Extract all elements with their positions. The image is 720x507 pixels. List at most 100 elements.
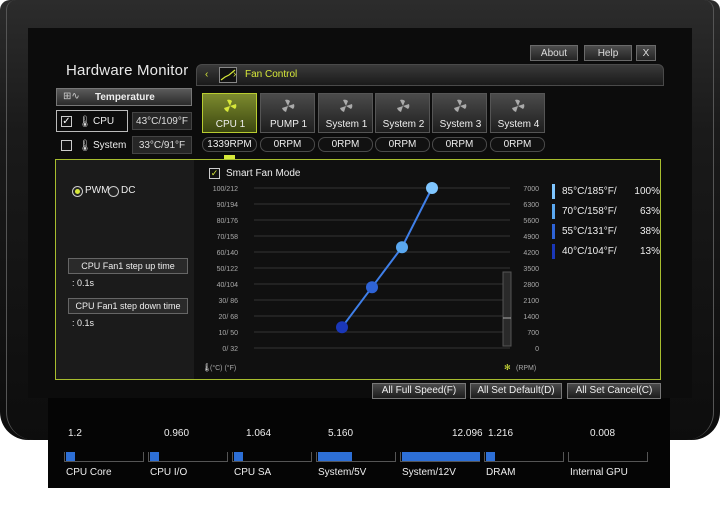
y-left-tick-label: 90/194 xyxy=(217,202,239,209)
voltage-label: CPU SA xyxy=(234,467,272,478)
fan-icon: ✻ xyxy=(504,363,511,372)
voltage-bar xyxy=(64,452,144,462)
temperature-graph-icon: ⊞∿ xyxy=(63,91,80,102)
fan-icon xyxy=(224,99,237,112)
fan-curve-line xyxy=(341,187,433,328)
x-axis-unit-label: (°C) (°F) xyxy=(210,364,236,372)
voltage-value: 0.960 xyxy=(164,428,190,439)
voltage-bar-fill xyxy=(234,452,243,461)
fan-button-face[interactable]: PUMP 1 xyxy=(260,93,315,133)
y-left-tick-label: 10/ 50 xyxy=(219,330,239,337)
temperature-row-cpu[interactable]: ✓ 🌡 CPU 43°C/109°F xyxy=(56,110,192,132)
step-up-time-value: : 0.1s xyxy=(72,278,95,288)
chevron-left-icon[interactable]: ‹ xyxy=(205,69,208,80)
about-button[interactable]: About xyxy=(530,45,578,61)
fan-button-face[interactable]: System 4 xyxy=(490,93,545,133)
temperature-header: ⊞∿ Temperature xyxy=(56,88,192,106)
voltage-value: 1.2 xyxy=(68,428,82,439)
fan-button-face[interactable]: System 1 xyxy=(318,93,373,133)
chevron-right-icon[interactable]: › xyxy=(233,69,236,80)
fan-button[interactable]: PUMP 1 0RPM xyxy=(260,93,315,155)
voltage-label: System/5V xyxy=(318,467,367,478)
help-button[interactable]: Help xyxy=(584,45,632,61)
step-down-time-value: : 0.1s xyxy=(72,318,95,328)
temperature-row-system[interactable]: 🌡 System 33°C/91°F xyxy=(56,134,192,156)
fan-icon xyxy=(512,99,525,112)
curve-point xyxy=(396,241,408,254)
fan-rpm: 1339RPM xyxy=(202,137,257,152)
temperature-name-box[interactable]: 🌡 System xyxy=(56,134,128,156)
fan-curve-legend: 85°C/185°F/ 100% 70°C/158°F/ 63% 55°C/13… xyxy=(550,182,660,274)
voltage-value: 12.096 xyxy=(452,428,483,439)
legend-percent: 63% xyxy=(639,206,660,217)
step-up-time-button[interactable]: CPU Fan1 step up time xyxy=(68,258,188,274)
legend-temp: 55°C/131°F/ xyxy=(562,226,617,237)
y-right-tick-label: 2800 xyxy=(523,282,539,289)
voltage-bar xyxy=(484,452,564,462)
fan-control-label: Fan Control xyxy=(245,69,298,80)
fan-button-face[interactable]: CPU 1 xyxy=(202,93,257,133)
voltage-bar-fill xyxy=(318,452,352,461)
fan-control-tab[interactable]: ‹ › Fan Control xyxy=(196,64,664,86)
legend-percent: 13% xyxy=(639,246,660,257)
legend-row: 85°C/185°F/ 100% xyxy=(550,184,660,200)
curve-point xyxy=(366,281,378,294)
cpu-temp-checkbox[interactable]: ✓ xyxy=(61,116,72,127)
pwm-label: PWM xyxy=(85,185,110,196)
all-set-default-button[interactable]: All Set Default(D) xyxy=(470,383,562,399)
dc-label: DC xyxy=(121,185,136,196)
voltage-label: DRAM xyxy=(486,467,516,478)
legend-swatch xyxy=(552,244,555,259)
pwm-radio[interactable] xyxy=(72,186,83,197)
fan-curve-chart[interactable]: 100/212 90/194 80/176 70/158 60/140 50/122 40/… xyxy=(196,180,548,376)
fan-button-face[interactable]: System 2 xyxy=(375,93,430,133)
y-right-tick-label: 3500 xyxy=(523,266,539,273)
fan-button[interactable]: System 4 0RPM xyxy=(490,93,545,155)
legend-row: 70°C/158°F/ 63% xyxy=(550,204,660,220)
curve-point xyxy=(426,182,438,194)
voltage-value: 5.160 xyxy=(328,428,354,439)
y-left-tick-label: 0/ 32 xyxy=(222,346,238,353)
voltage-value: 1.064 xyxy=(246,428,272,439)
dc-radio[interactable] xyxy=(108,186,119,197)
smart-fan-checkbox[interactable]: ✓ xyxy=(209,168,220,179)
y-left-tick-label: 40/104 xyxy=(217,282,239,289)
step-down-time-button[interactable]: CPU Fan1 step down time xyxy=(68,298,188,314)
temperature-value: 33°C/91°F xyxy=(132,136,192,154)
curve-point xyxy=(336,321,348,334)
legend-temp: 70°C/158°F/ xyxy=(562,206,617,217)
voltage-bar-fill xyxy=(66,452,75,461)
fan-button[interactable]: System 1 0RPM xyxy=(318,93,373,155)
fan-button[interactable]: System 2 0RPM xyxy=(375,93,430,155)
y-right-tick-label: 4900 xyxy=(523,234,539,241)
close-button[interactable]: X xyxy=(636,45,656,61)
voltage-bar-fill xyxy=(150,452,159,461)
fan-button[interactable]: System 3 0RPM xyxy=(432,93,487,155)
y-right-tick-label: 0 xyxy=(535,346,539,353)
legend-row: 55°C/131°F/ 38% xyxy=(550,224,660,240)
fan-button-face[interactable]: System 3 xyxy=(432,93,487,133)
y-left-tick-label: 20/ 68 xyxy=(219,314,239,321)
y-right-tick-label: 6300 xyxy=(523,202,539,209)
legend-swatch xyxy=(552,204,555,219)
legend-swatch xyxy=(552,224,555,239)
legend-percent: 38% xyxy=(639,226,660,237)
y-right-tick-label: 4200 xyxy=(523,250,539,257)
voltage-bar xyxy=(316,452,396,462)
fan-rpm: 0RPM xyxy=(432,137,487,152)
temperature-name: System xyxy=(93,140,127,151)
all-full-speed-button[interactable]: All Full Speed(F) xyxy=(372,383,466,399)
y-right-tick-label: 700 xyxy=(527,330,539,337)
all-set-cancel-button[interactable]: All Set Cancel(C) xyxy=(567,383,661,399)
system-temp-checkbox[interactable] xyxy=(61,140,72,151)
fan-icon xyxy=(454,99,467,112)
fan-name: PUMP 1 xyxy=(269,119,308,130)
legend-percent: 100% xyxy=(634,186,660,197)
legend-temp: 85°C/185°F/ xyxy=(562,186,617,197)
thermometer-icon: 🌡 xyxy=(202,363,212,372)
voltage-value: 0.008 xyxy=(590,428,616,439)
temperature-name-box[interactable]: ✓ 🌡 CPU xyxy=(56,110,128,132)
fan-rpm: 0RPM xyxy=(318,137,373,152)
y-left-tick-label: 60/140 xyxy=(217,250,239,257)
fan-button[interactable]: CPU 1 1339RPM xyxy=(202,93,257,155)
